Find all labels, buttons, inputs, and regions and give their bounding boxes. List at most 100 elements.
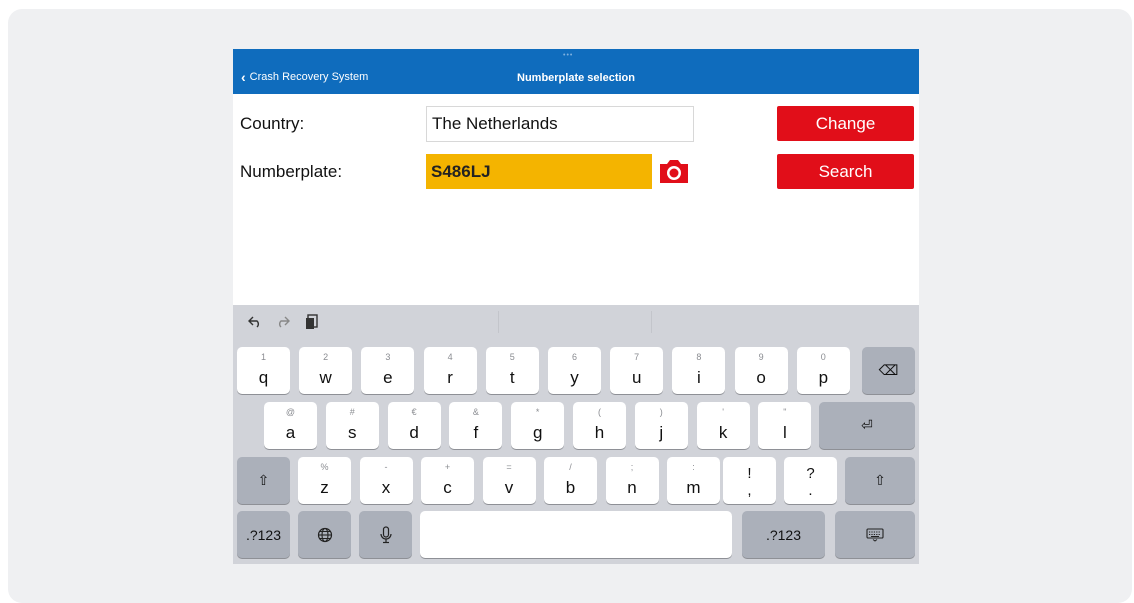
key-hint: ' — [722, 407, 724, 417]
key-label: w — [319, 368, 332, 387]
key-label: h — [594, 423, 605, 442]
globe-icon — [298, 511, 351, 558]
redo-icon[interactable] — [274, 313, 292, 331]
numbers-key-left[interactable]: .?123 — [237, 511, 290, 558]
key-label: !, — [747, 465, 752, 499]
key-hint: % — [320, 462, 329, 472]
key-c[interactable]: + c — [421, 457, 474, 504]
key-hint: @ — [285, 407, 296, 417]
key-label: b — [565, 478, 576, 497]
key-l[interactable]: " l — [758, 402, 812, 449]
backspace-icon: ⌫ — [878, 362, 899, 378]
globe-key[interactable] — [298, 511, 351, 558]
key-label: z — [320, 478, 329, 497]
key-q[interactable]: 1q — [237, 347, 290, 394]
key-label: u — [631, 368, 642, 387]
key-label: r — [447, 368, 453, 387]
space-bar[interactable] — [420, 511, 732, 558]
key-p[interactable]: 0p — [796, 347, 850, 394]
key-label: o — [756, 368, 766, 387]
key-hint: 8 — [696, 352, 702, 362]
key-label: g — [532, 423, 543, 442]
key-hint: ) — [659, 407, 663, 417]
key-t[interactable]: 5t — [485, 347, 539, 394]
shift-icon: ⇧ — [874, 472, 886, 488]
key-label: n — [627, 478, 637, 497]
key-hint: 1 — [260, 352, 266, 362]
shift-icon: ⇧ — [257, 472, 270, 488]
key-h[interactable]: (h — [573, 402, 626, 449]
change-button[interactable]: Change — [777, 106, 914, 141]
key-k[interactable]: ' k — [696, 402, 750, 449]
key-d[interactable]: € d — [387, 402, 441, 449]
key-label: i — [697, 368, 701, 387]
key-a[interactable]: @ a — [264, 402, 317, 449]
key-label: .?123 — [245, 526, 282, 543]
key-s[interactable]: # s — [325, 402, 379, 449]
key-hint: * — [535, 407, 540, 417]
key-label: d — [409, 423, 419, 442]
shift-key-right[interactable]: ⇧ — [845, 457, 915, 504]
paste-icon[interactable] — [303, 313, 321, 331]
key-x[interactable]: -x — [359, 457, 413, 504]
key-o[interactable]: 9o — [734, 347, 788, 394]
search-button[interactable]: Search — [777, 154, 914, 189]
key-exclamation-comma[interactable]: !, — [723, 457, 776, 504]
key-hint: 9 — [758, 352, 764, 362]
key-hint: # — [349, 407, 355, 417]
key-z[interactable]: % z — [298, 457, 351, 504]
key-hint: 6 — [571, 352, 577, 362]
key-hint: 4 — [447, 352, 453, 362]
key-f[interactable]: & f — [449, 402, 503, 449]
key-label: k — [718, 423, 728, 442]
return-key[interactable]: ⏎ — [819, 402, 915, 449]
key-hint: 3 — [385, 352, 391, 362]
key-hint: " — [783, 407, 787, 417]
return-icon: ⏎ — [861, 417, 873, 433]
key-label: a — [285, 423, 296, 442]
key-hint: ; — [630, 462, 634, 472]
key-j[interactable]: ) j — [634, 402, 688, 449]
camera-icon[interactable] — [657, 156, 691, 187]
key-v[interactable]: = v — [482, 457, 536, 504]
key-label: x — [381, 478, 391, 497]
key-r[interactable]: 4r — [423, 347, 477, 394]
toolbar-divider — [498, 311, 499, 333]
hide-keyboard-key[interactable] — [835, 511, 915, 558]
key-w[interactable]: 2w — [299, 347, 353, 394]
key-hint: + — [444, 462, 451, 472]
key-m[interactable]: :m — [667, 457, 720, 504]
navigation-bar: ••• ‹ Crash Recovery System Numberplate … — [233, 49, 919, 94]
key-i[interactable]: 8i — [672, 347, 726, 394]
key-e[interactable]: 3e — [361, 347, 415, 394]
key-hint: = — [506, 462, 512, 472]
key-question-period[interactable]: ?. — [784, 457, 837, 504]
keyboard-icon — [835, 511, 915, 558]
numberplate-label: Numberplate: — [240, 162, 343, 181]
key-label: .?123 — [765, 526, 802, 543]
shift-key-left[interactable]: ⇧ — [237, 457, 290, 504]
key-label: v — [504, 478, 514, 497]
key-label: q — [258, 368, 269, 387]
numbers-key-right[interactable]: .?123 — [742, 511, 825, 558]
key-b[interactable]: / b — [544, 457, 597, 504]
key-hint: ( — [598, 407, 601, 417]
key-label: y — [570, 368, 579, 387]
key-y[interactable]: 6y — [548, 347, 601, 394]
country-field[interactable]: The Netherlands — [426, 106, 694, 142]
undo-icon[interactable] — [246, 313, 264, 331]
key-u[interactable]: 7u — [610, 347, 664, 394]
onscreen-keyboard: 1 q 2 w 3 e 4 r 5 t 6 y 7 u 8 i 9 o 0 p ⌫ @ a # s € d & f * g(h) j ' k " l ⏎… — [233, 305, 919, 564]
key-label: p — [818, 368, 829, 387]
numberplate-input[interactable]: S486LJ — [426, 154, 652, 189]
key-label: m — [686, 478, 701, 497]
status-dots: ••• — [563, 52, 574, 59]
key-n[interactable]: ; n — [605, 457, 659, 504]
key-g[interactable]: * g — [511, 402, 565, 449]
delete-key[interactable]: ⌫ — [862, 347, 915, 394]
page-title: Numberplate selection — [517, 72, 635, 84]
microphone-icon — [359, 511, 412, 558]
key-hint: € — [411, 407, 417, 417]
key-label: s — [348, 423, 357, 442]
dictation-key[interactable] — [359, 511, 412, 558]
